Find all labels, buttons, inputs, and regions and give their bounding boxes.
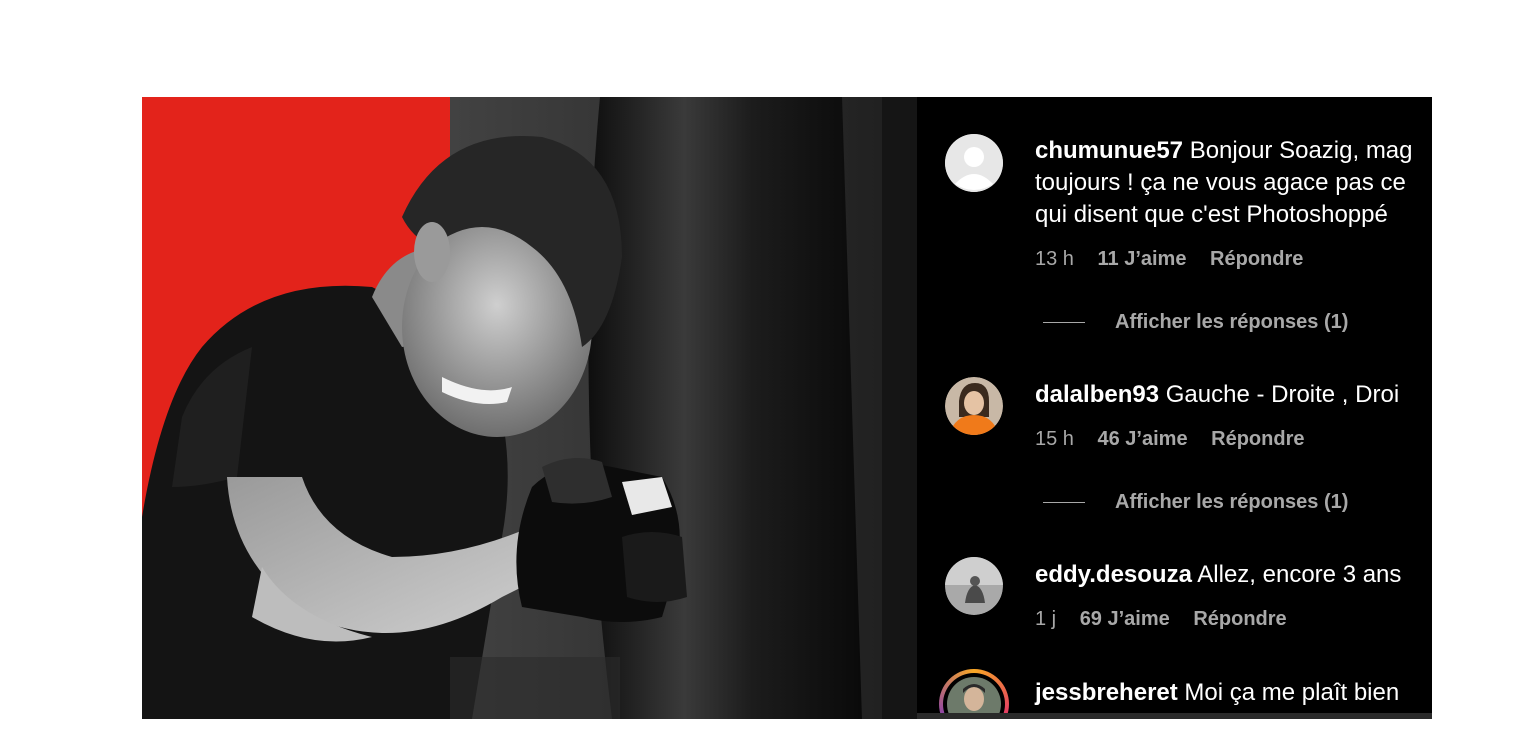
user-photo-grey [945, 557, 1003, 615]
comment-meta: 13 h 11 J’aime Répondre [1035, 248, 1321, 271]
comment-likes[interactable]: 46 J’aime [1098, 428, 1188, 450]
boxer-photo-illustration [142, 97, 917, 719]
comment-username[interactable]: dalalben93 [1035, 381, 1159, 408]
user-photo-avatar[interactable] [945, 377, 1003, 435]
replies-divider [1043, 322, 1085, 324]
comment-likes[interactable]: 11 J’aime [1098, 248, 1187, 270]
story-ring-avatar[interactable] [939, 669, 1009, 719]
comment-text-line-2: toujours ! ça ne vous agace pas ce [1035, 169, 1406, 196]
comment-text-line-3: qui disent que c'est Photoshoppé [1035, 201, 1388, 228]
default-avatar-icon[interactable] [945, 134, 1003, 192]
reply-button[interactable]: Répondre [1210, 248, 1303, 270]
comment-likes[interactable]: 69 J’aime [1080, 608, 1170, 630]
post-photo [142, 97, 917, 719]
view-replies-label: Afficher les réponses (1) [1115, 491, 1349, 513]
panel-bottom-divider [917, 713, 1432, 719]
punching-bag [588, 97, 862, 719]
comment-text-line-1: Gauche - Droite , Droi [1165, 381, 1400, 408]
comment-time[interactable]: 15 h [1035, 428, 1074, 450]
view-replies-button[interactable]: Afficher les réponses (1) [1043, 311, 1348, 334]
comment-time[interactable]: 1 j [1035, 608, 1056, 630]
view-replies-button[interactable]: Afficher les réponses (1) [1043, 491, 1348, 514]
comment-text: dalalben93 Gauche - Droite , Droi [1035, 379, 1432, 411]
comment-text-line-1: Moi ça me plaît bien [1184, 679, 1400, 706]
user-photo-avatar[interactable] [945, 557, 1003, 615]
replies-divider [1043, 502, 1085, 504]
comment-text: chumunue57 Bonjour Soazig, mag toujours … [1035, 135, 1432, 231]
comment-text-line-1: Bonjour Soazig, mag [1189, 137, 1413, 164]
comment-meta: 1 j 69 J’aime Répondre [1035, 608, 1305, 631]
reply-button[interactable]: Répondre [1211, 428, 1304, 450]
reply-button[interactable]: Répondre [1193, 608, 1286, 630]
comment-username[interactable]: chumunue57 [1035, 137, 1183, 164]
comment-text-line-1: Allez, encore 3 ans [1197, 561, 1402, 588]
user-photo-orange [945, 377, 1003, 435]
comments-panel: chumunue57 Bonjour Soazig, mag toujours … [917, 97, 1432, 719]
view-replies-label: Afficher les réponses (1) [1115, 311, 1349, 333]
comment-meta: 15 h 46 J’aime Répondre [1035, 428, 1322, 451]
instagram-post: chumunue57 Bonjour Soazig, mag toujours … [142, 97, 1432, 719]
comment-text: jessbreheret Moi ça me plaît bien [1035, 677, 1432, 709]
comment-time[interactable]: 13 h [1035, 248, 1074, 270]
default-avatar-icon-graphic [945, 134, 1003, 192]
comment-text: eddy.desouza Allez, encore 3 ans [1035, 559, 1432, 591]
comment-username[interactable]: jessbreheret [1035, 679, 1178, 706]
comment-username[interactable]: eddy.desouza [1035, 561, 1192, 588]
